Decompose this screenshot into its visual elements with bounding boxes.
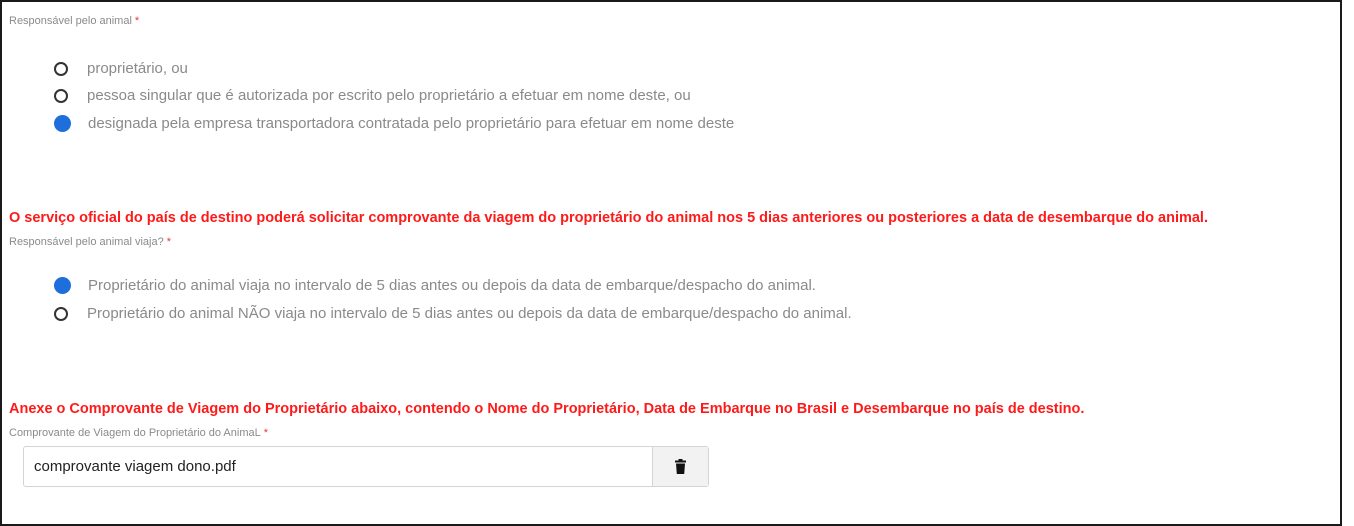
trash-icon — [675, 459, 686, 474]
radio-option-label: proprietário, ou — [87, 60, 188, 77]
required-mark: * — [166, 236, 171, 248]
required-mark: * — [134, 15, 140, 27]
radio-selected[interactable] — [54, 115, 71, 132]
comprovante-label: Comprovante de Viagem do Proprietário do… — [9, 427, 269, 439]
required-mark: * — [263, 427, 269, 439]
radio-option-label: Proprietário do animal viaja no interval… — [88, 277, 816, 294]
notice-anexe-comprovante: Anexe o Comprovante de Viagem do Proprie… — [9, 401, 1085, 417]
radio-option-proprietario[interactable]: proprietário, ou — [54, 60, 188, 77]
delete-file-button[interactable] — [652, 447, 708, 486]
radio-option-label: designada pela empresa transportadora co… — [88, 115, 735, 132]
radio-option-nao-viaja[interactable]: Proprietário do animal NÃO viaja no inte… — [54, 305, 852, 322]
notice-comprovante-viagem: O serviço oficial do país de destino pod… — [9, 210, 1208, 226]
responsavel-viaja-label: Responsável pelo animal viaja? * — [9, 236, 171, 248]
uploaded-file-name: comprovante viagem dono.pdf — [34, 458, 236, 475]
radio-unselected[interactable] — [54, 88, 68, 103]
radio-option-label: Proprietário do animal NÃO viaja no inte… — [87, 305, 852, 322]
radio-option-empresa-transportadora[interactable]: designada pela empresa transportadora co… — [54, 115, 734, 132]
responsavel-label: Responsável pelo animal * — [9, 15, 140, 27]
radio-unselected[interactable] — [54, 306, 68, 321]
radio-selected[interactable] — [54, 277, 71, 294]
radio-option-pessoa-singular[interactable]: pessoa singular que é autorizada por esc… — [54, 87, 691, 104]
radio-option-label: pessoa singular que é autorizada por esc… — [87, 87, 691, 104]
radio-option-viaja[interactable]: Proprietário do animal viaja no interval… — [54, 277, 816, 294]
radio-unselected[interactable] — [54, 61, 68, 76]
file-upload-field: comprovante viagem dono.pdf — [23, 446, 709, 487]
